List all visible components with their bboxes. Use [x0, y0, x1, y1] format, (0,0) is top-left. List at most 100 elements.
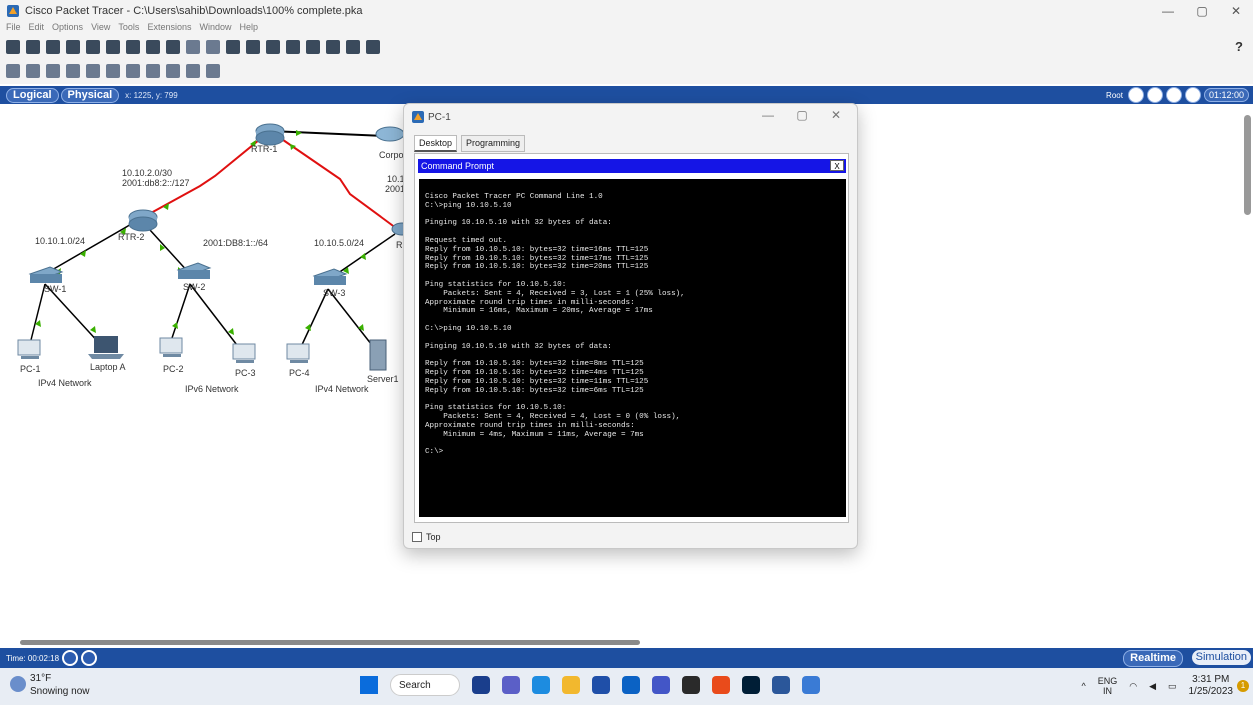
simple-pdu-icon[interactable] [186, 64, 200, 78]
weather-icon[interactable] [10, 676, 26, 692]
resize-icon[interactable] [66, 64, 80, 78]
new-file-icon[interactable] [6, 40, 20, 54]
battery-icon[interactable]: ▭ [1168, 681, 1177, 692]
close-button[interactable]: ✕ [1219, 0, 1253, 22]
minimize-button[interactable]: — [1151, 0, 1185, 22]
realtime-mode-button[interactable]: Realtime [1123, 650, 1183, 667]
notification-badge[interactable]: 1 [1237, 680, 1249, 692]
dialog-close-button[interactable]: ✕ [819, 108, 853, 122]
label-net-v6-1: 2001:DB8:1::/64 [203, 238, 269, 248]
xbox-icon[interactable] [682, 676, 700, 694]
command-prompt-close-button[interactable]: X [830, 160, 844, 171]
taskbar-search[interactable]: Search [390, 674, 460, 696]
wifi-icon[interactable]: ◠ [1129, 681, 1137, 692]
back-icon[interactable] [1127, 87, 1144, 103]
zoom-reset-icon[interactable] [246, 40, 260, 54]
simulation-mode-button[interactable]: Simulation [1191, 650, 1251, 665]
command-prompt-terminal[interactable]: Cisco Packet Tracer PC Command Line 1.0 … [419, 179, 846, 517]
menu-file[interactable]: File [6, 22, 21, 36]
zoom-out-icon[interactable] [266, 40, 280, 54]
move-object-icon[interactable] [1165, 87, 1182, 103]
mail-icon[interactable] [622, 676, 640, 694]
pc-pc2 [159, 337, 183, 357]
menu-options[interactable]: Options [52, 22, 83, 36]
menu-window[interactable]: Window [199, 22, 231, 36]
tab-physical[interactable]: Physical [60, 87, 120, 103]
vs-icon[interactable] [652, 676, 670, 694]
menu-extensions[interactable]: Extensions [147, 22, 191, 36]
dialog-minimize-button[interactable]: — [751, 108, 785, 122]
label-net-10-1: 10.1 [387, 174, 405, 184]
search-label: Search [399, 679, 431, 691]
custom-devices-icon[interactable] [306, 40, 320, 54]
packet-tracer-taskbar-icon[interactable] [802, 676, 820, 694]
network-info-icon[interactable] [106, 40, 120, 54]
start-icon[interactable] [360, 676, 378, 694]
menu-tools[interactable]: Tools [118, 22, 139, 36]
activity-wizard-icon[interactable] [86, 40, 100, 54]
laptop-a [88, 336, 124, 359]
pc1-title-bar: PC-1 — ▢ ✕ [404, 104, 857, 130]
zoom-in-icon[interactable] [226, 40, 240, 54]
power-cycle-icon[interactable] [62, 650, 79, 666]
select-icon[interactable] [6, 64, 20, 78]
cluster-view-icon[interactable] [1146, 87, 1163, 103]
maximize-button[interactable]: ▢ [1185, 0, 1219, 22]
user-profile-icon[interactable] [126, 40, 140, 54]
link-rtr1-corp [269, 130, 386, 137]
file-explorer-icon[interactable] [562, 676, 580, 694]
word-icon[interactable] [772, 676, 790, 694]
rectangle-icon[interactable] [126, 64, 140, 78]
print-icon[interactable] [66, 40, 80, 54]
help-icon[interactable]: ? [1235, 39, 1243, 54]
label-net-10-10-2: 10.10.2.0/30 [122, 168, 173, 178]
set-background-icon[interactable] [1184, 87, 1201, 103]
copy-icon[interactable] [146, 40, 160, 54]
teams-icon[interactable] [502, 676, 520, 694]
volume-icon[interactable]: ◀ [1149, 681, 1156, 692]
line-icon[interactable] [106, 64, 120, 78]
tab-programming[interactable]: Programming [461, 135, 526, 152]
menu-edit[interactable]: Edit [29, 22, 45, 36]
fast-forward-icon[interactable] [81, 650, 98, 666]
tab-desktop[interactable]: Desktop [414, 135, 458, 152]
freeform-icon[interactable] [166, 64, 180, 78]
paste-icon[interactable] [166, 40, 180, 54]
desktop-panel: Command Prompt X Cisco Packet Tracer PC … [414, 153, 849, 523]
router-rtr1 [255, 123, 285, 146]
save-icon[interactable] [46, 40, 60, 54]
weather-widget[interactable]: 31°F Snowing now [30, 672, 89, 698]
drawing-palette-icon[interactable] [286, 40, 300, 54]
menu-bar: File Edit Options View Tools Extensions … [0, 22, 1253, 36]
complex-pdu-icon[interactable] [206, 64, 220, 78]
ipc-icon[interactable] [346, 40, 360, 54]
main-toolbar: ? [0, 36, 1253, 58]
horizontal-scrollbar[interactable] [20, 640, 640, 645]
cluster-icon[interactable] [326, 40, 340, 54]
task-view-icon[interactable] [472, 676, 490, 694]
chrome-icon[interactable] [712, 676, 730, 694]
tab-logical[interactable]: Logical [6, 87, 59, 103]
language-indicator[interactable]: ENG IN [1098, 676, 1118, 696]
packet-tracer-icon [7, 5, 19, 17]
edge-icon[interactable] [532, 676, 550, 694]
store-icon[interactable] [592, 676, 610, 694]
menu-view[interactable]: View [91, 22, 110, 36]
dialog-maximize-button[interactable]: ▢ [785, 108, 819, 122]
note-icon[interactable] [86, 64, 100, 78]
vertical-scrollbar[interactable] [1244, 115, 1251, 215]
ellipse-icon[interactable] [146, 64, 160, 78]
delete-icon[interactable] [46, 64, 60, 78]
undo-icon[interactable] [186, 40, 200, 54]
chevron-up-icon[interactable]: ^ [1081, 681, 1085, 691]
top-checkbox[interactable] [412, 532, 422, 542]
open-file-icon[interactable] [26, 40, 40, 54]
redo-icon[interactable] [206, 40, 220, 54]
image-icon[interactable] [366, 40, 380, 54]
system-clock[interactable]: 3:31 PM 1/25/2023 [1189, 674, 1234, 698]
inspect-icon[interactable] [26, 64, 40, 78]
label-net-v6-2: 2001:db8:2::/127 [122, 178, 190, 188]
label-sw2: SW-2 [183, 282, 206, 292]
photoshop-icon[interactable] [742, 676, 760, 694]
menu-help[interactable]: Help [239, 22, 258, 36]
